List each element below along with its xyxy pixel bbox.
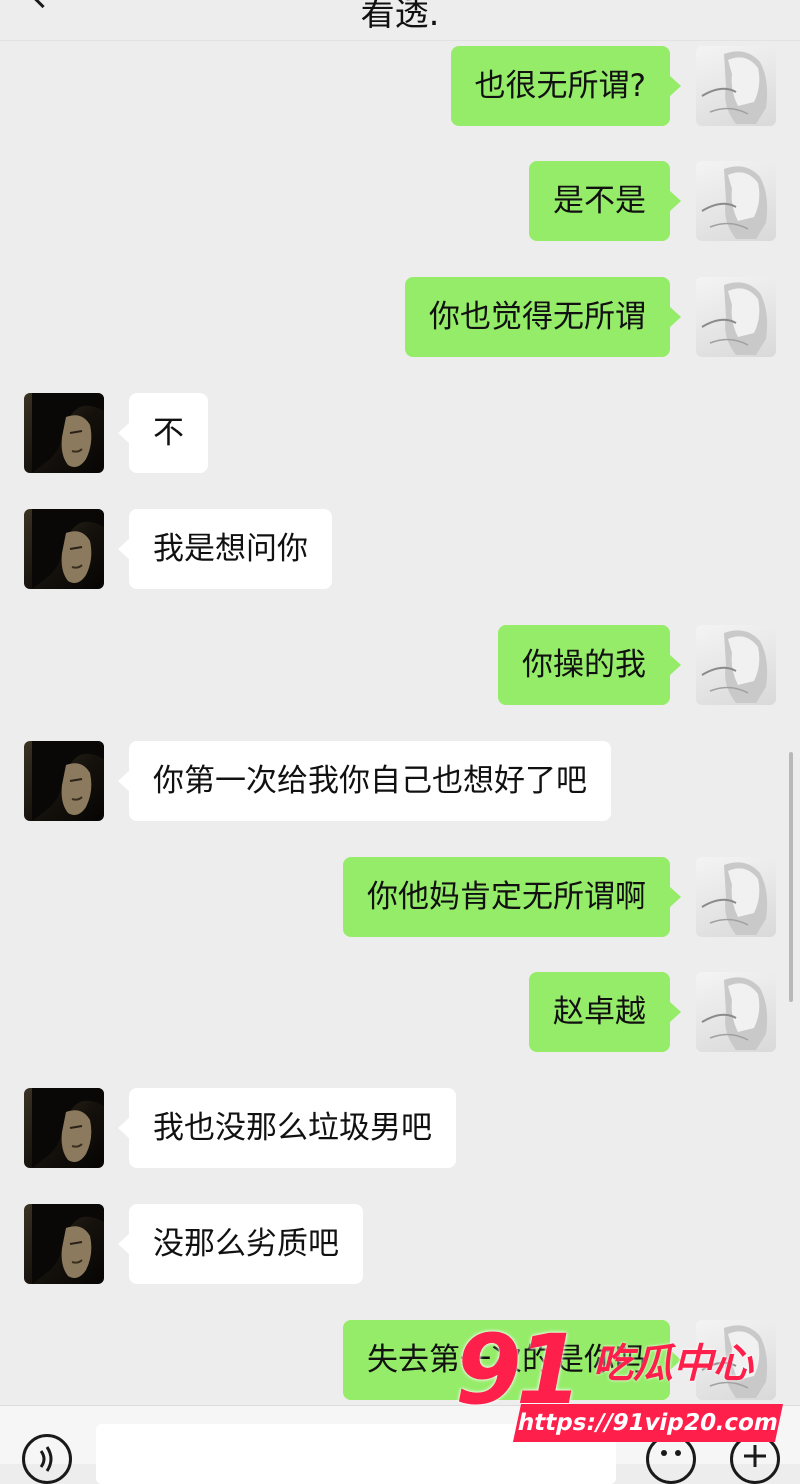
- my-avatar[interactable]: [696, 46, 776, 126]
- received-message-bubble[interactable]: 我是想问你: [118, 509, 332, 589]
- contact-avatar[interactable]: [24, 1204, 104, 1284]
- girl-avatar-icon: [701, 630, 768, 703]
- contact-avatar[interactable]: [24, 393, 104, 473]
- scrollbar[interactable]: [789, 752, 793, 1002]
- watermark: 91 吃瓜中心 https://91vip20.com: [455, 1322, 785, 1452]
- girl-avatar-icon: [701, 977, 768, 1050]
- my-avatar[interactable]: [696, 857, 776, 937]
- watermark-url: https://91vip20.com: [512, 1404, 784, 1442]
- man-avatar-icon: [32, 509, 104, 589]
- contact-avatar[interactable]: [24, 741, 104, 821]
- sent-message-bubble[interactable]: 你也觉得无所谓: [405, 277, 681, 357]
- received-message-bubble[interactable]: 没那么劣质吧: [118, 1204, 363, 1284]
- voice-icon[interactable]: [22, 1434, 72, 1484]
- sent-message-bubble[interactable]: 你操的我: [498, 625, 681, 705]
- my-avatar[interactable]: [696, 161, 776, 241]
- received-message-bubble[interactable]: 我也没那么垃圾男吧: [118, 1088, 456, 1168]
- received-message-bubble[interactable]: 你第一次给我你自己也想好了吧: [118, 741, 611, 821]
- sent-message-bubble[interactable]: 赵卓越: [529, 972, 681, 1052]
- chat-title: 看透.: [360, 0, 440, 34]
- chat-header: 看透.: [0, 0, 800, 41]
- man-avatar-icon: [32, 1088, 104, 1168]
- girl-avatar-icon: [701, 166, 768, 239]
- watermark-site-name: 吃瓜中心: [593, 1341, 753, 1387]
- contact-avatar[interactable]: [24, 509, 104, 589]
- contact-avatar[interactable]: [24, 1088, 104, 1168]
- received-message-bubble[interactable]: 不: [118, 393, 208, 473]
- girl-avatar-icon: [701, 282, 768, 355]
- sent-message-bubble[interactable]: 是不是: [529, 161, 681, 241]
- girl-avatar-icon: [701, 862, 768, 935]
- man-avatar-icon: [32, 393, 104, 473]
- man-avatar-icon: [32, 741, 104, 821]
- my-avatar[interactable]: [696, 277, 776, 357]
- sent-message-bubble[interactable]: 你他妈肯定无所谓啊: [343, 857, 681, 937]
- girl-avatar-icon: [701, 51, 768, 125]
- sent-message-bubble[interactable]: 也很无所谓?: [450, 46, 682, 126]
- man-avatar-icon: [32, 1204, 104, 1284]
- my-avatar[interactable]: [696, 625, 776, 705]
- my-avatar[interactable]: [696, 972, 776, 1052]
